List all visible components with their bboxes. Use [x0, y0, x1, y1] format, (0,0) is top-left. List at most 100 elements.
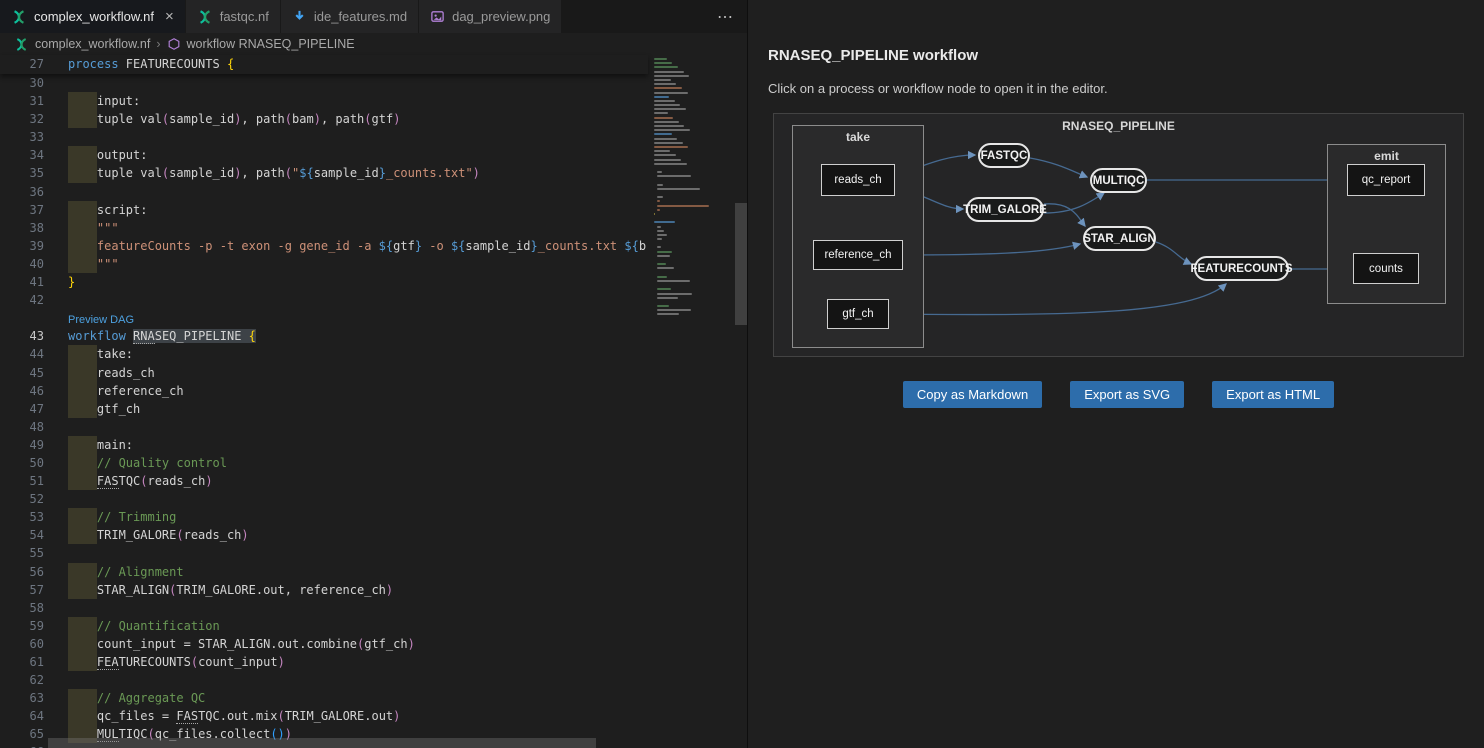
line-number: 34: [0, 146, 44, 164]
code-token: {: [227, 57, 234, 71]
line-number: 40: [0, 255, 44, 273]
line-number: 49: [0, 436, 44, 454]
tab-complex-workflow[interactable]: complex_workflow.nf ×: [0, 0, 186, 33]
dag-node-STAR_ALIGN[interactable]: STAR_ALIGN: [1083, 226, 1156, 251]
minimap-line: [654, 112, 668, 114]
code-token: sample_id: [169, 166, 234, 180]
code-editor[interactable]: 3031 input:32 tuple val(sample_id), path…: [0, 74, 648, 748]
nextflow-icon: [197, 9, 213, 25]
code-token: _counts.txt: [538, 239, 625, 253]
minimap-line: [657, 288, 671, 290]
minimap-line: [654, 62, 672, 64]
code-text: """: [68, 219, 648, 237]
minimap-line: [654, 58, 667, 60]
code-token: (: [285, 112, 292, 126]
code-token: count_input = STAR_ALIGN.out.combine: [68, 637, 357, 651]
code-token: }: [415, 239, 422, 253]
nextflow-icon: [14, 37, 29, 52]
minimap[interactable]: [648, 55, 712, 748]
minimap-line: [654, 79, 671, 81]
dag-node-FASTQC[interactable]: FASTQC: [978, 143, 1030, 168]
code-token: gtf: [372, 112, 394, 126]
minimap-line: [657, 175, 691, 177]
code-line: 42: [0, 291, 648, 309]
code-token: ): [393, 112, 400, 126]
code-text: FEATURECOUNTS(count_input): [68, 653, 648, 671]
copy-as-markdown-button[interactable]: Copy as Markdown: [903, 381, 1042, 408]
minimap-line: [654, 159, 681, 161]
line-number: 43: [0, 327, 44, 345]
markdown-icon: [292, 9, 307, 24]
minimap-line: [654, 150, 670, 152]
page-subtitle: Click on a process or workflow node to o…: [768, 81, 1108, 96]
minimap-line: [657, 305, 669, 307]
code-token: (: [140, 474, 147, 488]
code-token: ): [314, 112, 321, 126]
dag-node-reads_ch[interactable]: reads_ch: [821, 164, 895, 196]
code-line: 37 script:: [0, 201, 648, 219]
code-text: tuple val(sample_id), path(bam), path(gt…: [68, 110, 648, 128]
minimap-line: [657, 251, 671, 253]
minimap-line: [657, 280, 690, 282]
line-number: 54: [0, 526, 44, 544]
code-token: {: [249, 329, 256, 343]
code-text: // Quantification: [68, 617, 648, 635]
vertical-scrollbar-thumb[interactable]: [735, 203, 747, 325]
code-token: _counts.txt": [386, 166, 473, 180]
line-number: 30: [0, 74, 44, 92]
code-token: reads_ch: [148, 474, 206, 488]
dag-node-FEATURECOUNTS[interactable]: FEATURECOUNTS: [1194, 256, 1289, 281]
minimap-line: [654, 75, 689, 77]
code-token: sample_id: [169, 112, 234, 126]
minimap-line: [657, 171, 662, 173]
code-token: tuple val: [68, 166, 162, 180]
code-line: 34 output:: [0, 146, 648, 164]
close-icon[interactable]: ×: [165, 9, 174, 24]
code-token: gtf: [393, 239, 415, 253]
minimap-line: [657, 267, 674, 269]
minimap-line: [654, 66, 678, 68]
tab-ide-features[interactable]: ide_features.md: [281, 0, 419, 33]
code-line: 43 workflow RNASEQ_PIPELINE {: [0, 327, 648, 345]
code-token: process: [68, 57, 119, 71]
dag-node-qc_report[interactable]: qc_report: [1347, 164, 1425, 196]
code-token: bam: [292, 112, 314, 126]
dag-node-MULTIQC[interactable]: MULTIQC: [1090, 168, 1147, 193]
dag-node-reference_ch[interactable]: reference_ch: [813, 240, 903, 270]
export-as-svg-button[interactable]: Export as SVG: [1070, 381, 1184, 408]
code-text: reference_ch: [68, 382, 648, 400]
line-number: 35: [0, 164, 44, 182]
code-line: 35 tuple val(sample_id), path("${sample_…: [0, 164, 648, 182]
dag-node-counts[interactable]: counts: [1353, 253, 1419, 284]
tab-label: ide_features.md: [314, 9, 407, 24]
dag-node-TRIM_GALORE[interactable]: TRIM_GALORE: [966, 197, 1044, 222]
code-token: TURECOUNTS: [119, 655, 191, 669]
more-actions-icon[interactable]: ⋯: [717, 7, 734, 27]
minimap-line: [657, 246, 661, 248]
code-line: 47 gtf_ch: [0, 400, 648, 418]
tab-dag-preview-png[interactable]: dag_preview.png: [419, 0, 562, 33]
minimap-line: [654, 129, 690, 131]
horizontal-scrollbar-thumb[interactable]: [48, 738, 596, 748]
code-token: b: [639, 239, 646, 253]
dag-edge-gtf_ch-to-FEATURECOUNTS: [889, 284, 1226, 315]
minimap-line: [654, 142, 683, 144]
minimap-line: [657, 184, 663, 186]
code-line: 48: [0, 418, 648, 436]
code-token: main:: [68, 438, 133, 452]
line-number: 31: [0, 92, 44, 110]
line-number: 46: [0, 382, 44, 400]
code-line: 59 // Quantification: [0, 617, 648, 635]
export-as-html-button[interactable]: Export as HTML: [1212, 381, 1334, 408]
code-text: workflow RNASEQ_PIPELINE {: [68, 327, 648, 345]
sticky-scroll-line[interactable]: 27process FEATURECOUNTS {: [0, 55, 648, 74]
dag-node-gtf_ch[interactable]: gtf_ch: [827, 299, 889, 329]
code-token: reads_ch: [184, 528, 242, 542]
minimap-line: [657, 276, 667, 278]
vertical-scrollbar[interactable]: [734, 55, 748, 748]
tab-fastqc[interactable]: fastqc.nf: [186, 0, 281, 33]
minimap-line: [654, 71, 684, 73]
breadcrumb-file[interactable]: complex_workflow.nf: [35, 37, 150, 51]
minimap-line: [657, 230, 663, 232]
breadcrumb-symbol[interactable]: workflow RNASEQ_PIPELINE: [187, 37, 355, 51]
